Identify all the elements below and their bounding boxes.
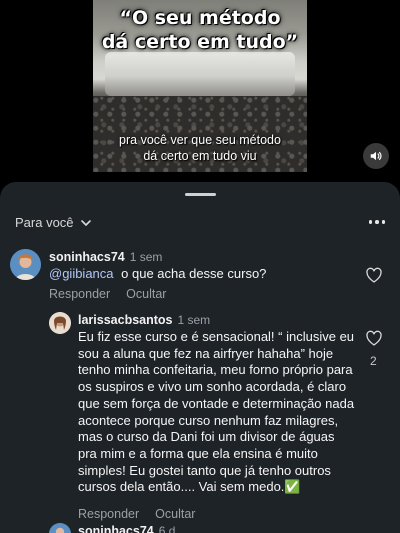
volume-button[interactable] [363,143,389,169]
comments-sheet: Para você soninhacs74 1 sem @giibianca o… [0,182,400,533]
comments-header: Para você [0,212,400,234]
more-options-button[interactable] [366,214,388,230]
reply-button[interactable]: Responder [78,507,139,521]
sort-filter-button[interactable]: Para você [15,215,92,230]
reply-comment-item: soninhacs74 6 d [0,522,400,533]
comment-time: 6 d [158,524,176,533]
video-player[interactable]: “O seu método dá certo em tudo” pra você… [93,0,307,172]
comment-body: o que acha desse curso? [121,266,267,281]
sort-filter-label: Para você [15,215,74,230]
comment-username[interactable]: soninhacs74 [49,250,125,264]
avatar[interactable] [10,249,41,280]
mention-link[interactable]: @giibianca [49,266,114,281]
like-count: 2 [370,354,377,368]
avatar[interactable] [49,312,71,334]
heart-icon[interactable] [365,267,383,283]
comment-username[interactable]: larissacbsantos [78,313,173,327]
volume-icon [370,151,382,161]
reply-button[interactable]: Responder [49,287,110,301]
chevron-down-icon [80,219,91,226]
hide-button[interactable]: Ocultar [126,287,166,301]
comment-item: soninhacs74 1 sem @giibianca o que acha … [0,248,400,308]
video-tray-shape [105,52,295,96]
comment-body: Eu fiz esse curso e é sensacional! “ inc… [78,329,355,495]
comment-time: 1 sem [177,313,211,327]
avatar[interactable] [49,523,71,533]
video-title-overlay: “O seu método dá certo em tudo” [101,7,299,53]
comment-text: @giibianca o que acha desse curso? [49,266,349,283]
reply-comment-item: larissacbsantos 1 sem Eu fiz esse curso … [0,310,400,521]
hide-button[interactable]: Ocultar [155,507,195,521]
heart-icon[interactable] [365,330,383,346]
video-area: “O seu método dá certo em tudo” pra você… [0,0,400,182]
comment-username[interactable]: soninhacs74 [78,524,154,533]
video-caption: pra você ver que seu método dá certo em … [119,133,281,163]
drag-handle[interactable] [185,193,216,196]
more-horizontal-icon [368,220,373,224]
comment-time: 1 sem [129,250,163,264]
